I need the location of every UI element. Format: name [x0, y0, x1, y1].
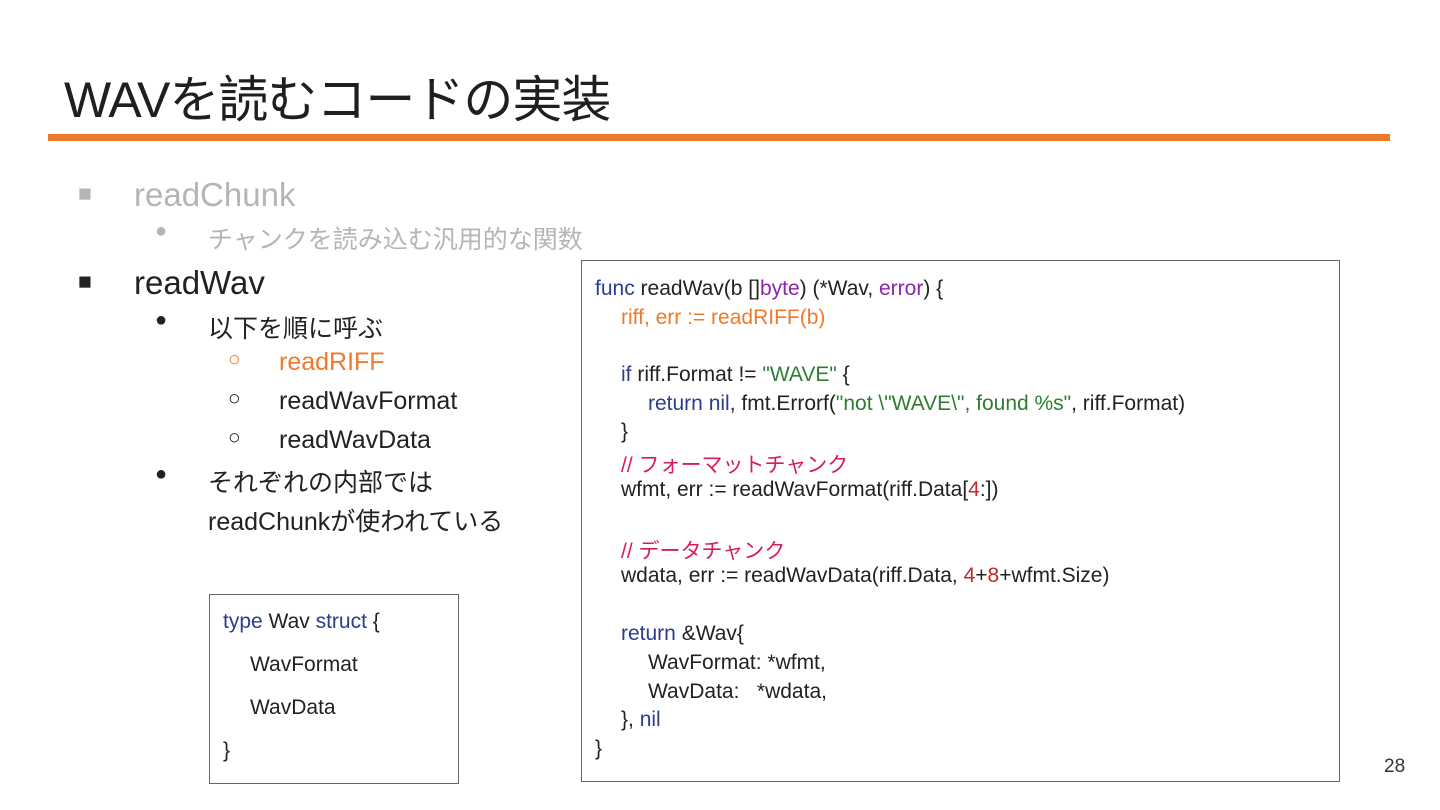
- list-item-label: readWavFormat: [279, 387, 458, 415]
- code-line: type Wav struct {: [223, 610, 380, 634]
- code-line: func readWav(b []byte) (*Wav, error) {: [595, 277, 943, 301]
- code-text: {: [366, 610, 380, 633]
- code-line: return nil, fmt.Errorf("not \"WAVE\", fo…: [648, 392, 1185, 416]
- code-line: wdata, err := readWavData(riff.Data, 4+8…: [621, 564, 1109, 588]
- sub-bullet-label: チャンクを読み込む汎用的な関数: [208, 226, 583, 254]
- code-line: // データチャンク: [621, 535, 785, 565]
- page-number: 28: [1384, 756, 1406, 777]
- code-text: readWav(b []: [634, 277, 760, 300]
- code-line: // フォーマットチャンク: [621, 449, 848, 479]
- code-line: WavFormat: [250, 653, 358, 677]
- code-text: wfmt, err := readWavFormat(riff.Data[: [621, 478, 969, 501]
- code-text: }: [595, 737, 603, 760]
- sub-bullet-label-line1: それぞれの内部では: [208, 469, 434, 497]
- code-text: :]): [979, 478, 999, 501]
- code-text: WavData: [250, 696, 336, 719]
- square-bullet-icon: ■: [78, 268, 92, 294]
- sub-bullet-label: 以下を順に呼ぶ: [208, 315, 384, 343]
- code-keyword: nil: [708, 392, 730, 415]
- code-string: "not \"WAVE\", found %s": [835, 392, 1072, 415]
- code-keyword: nil: [639, 708, 661, 731]
- circle-bullet-icon: ○: [228, 348, 241, 371]
- code-line: }: [621, 420, 628, 444]
- code-line: }: [595, 737, 602, 761]
- code-type: error: [879, 277, 924, 300]
- code-text: , fmt.Errorf(: [729, 392, 836, 415]
- code-text: WavData: *wdata,: [648, 680, 827, 703]
- code-keyword: func: [595, 277, 635, 300]
- sub-bullet-label-line2: readChunkが使われている: [208, 508, 504, 536]
- code-line: WavFormat: *wfmt,: [648, 651, 826, 675]
- code-keyword: return: [621, 622, 676, 645]
- code-line: if riff.Format != "WAVE" {: [621, 363, 850, 387]
- code-text: },: [621, 708, 640, 731]
- code-text: }: [621, 420, 629, 443]
- code-line: }: [223, 739, 230, 763]
- code-comment: // データチャンク: [621, 540, 786, 563]
- code-text: Wav: [262, 610, 316, 633]
- square-bullet-icon: ■: [78, 180, 92, 206]
- code-text: WavFormat: *wfmt,: [648, 651, 826, 674]
- code-text: riff.Format !=: [631, 363, 763, 386]
- code-string: "WAVE": [762, 363, 837, 386]
- code-text: +wfmt.Size): [999, 564, 1110, 587]
- code-line: WavData: *wdata,: [648, 680, 827, 704]
- code-type: byte: [759, 277, 800, 300]
- code-keyword: struct: [315, 610, 367, 633]
- dot-bullet-icon: ●: [155, 309, 168, 331]
- code-highlight: riff, err := readRIFF(b): [621, 306, 826, 329]
- code-line: return &Wav{: [621, 622, 744, 646]
- code-number: 4: [963, 564, 976, 587]
- code-line: }, nil: [621, 708, 661, 732]
- title-underline: [48, 134, 1390, 141]
- code-text: , riff.Format): [1071, 392, 1186, 415]
- code-comment: // フォーマットチャンク: [621, 454, 849, 477]
- code-keyword: return: [648, 392, 703, 415]
- code-number: 8: [987, 564, 1000, 587]
- bullet-label: readChunk: [134, 176, 296, 213]
- code-number: 4: [968, 478, 980, 501]
- circle-bullet-icon: ○: [228, 387, 241, 410]
- code-line: wfmt, err := readWavFormat(riff.Data[4:]…: [621, 478, 999, 502]
- code-text: WavFormat: [250, 653, 358, 676]
- code-text: }: [223, 739, 231, 762]
- slide-title: WAVを読むコードの実装: [64, 72, 611, 128]
- circle-bullet-icon: ○: [228, 426, 241, 449]
- code-text: ) (*Wav,: [799, 277, 879, 300]
- code-line: riff, err := readRIFF(b): [621, 306, 825, 330]
- code-keyword: type: [223, 610, 263, 633]
- code-block-wav-struct: type Wav struct { WavFormat WavData }: [209, 594, 459, 784]
- code-text: {: [836, 363, 850, 386]
- code-text: &Wav{: [675, 622, 744, 645]
- list-item-label: readWavData: [279, 426, 431, 454]
- code-text: +: [975, 564, 988, 587]
- code-line: WavData: [250, 696, 336, 720]
- dot-bullet-icon: ●: [155, 463, 168, 485]
- code-keyword: if: [621, 363, 632, 386]
- bullet-label: readWav: [134, 264, 265, 301]
- code-text: ) {: [923, 277, 944, 300]
- dot-bullet-icon: ●: [155, 220, 168, 242]
- list-item-label: readRIFF: [279, 348, 385, 376]
- code-text: wdata, err := readWavData(riff.Data,: [621, 564, 964, 587]
- code-block-readwav: func readWav(b []byte) (*Wav, error) { r…: [581, 260, 1340, 782]
